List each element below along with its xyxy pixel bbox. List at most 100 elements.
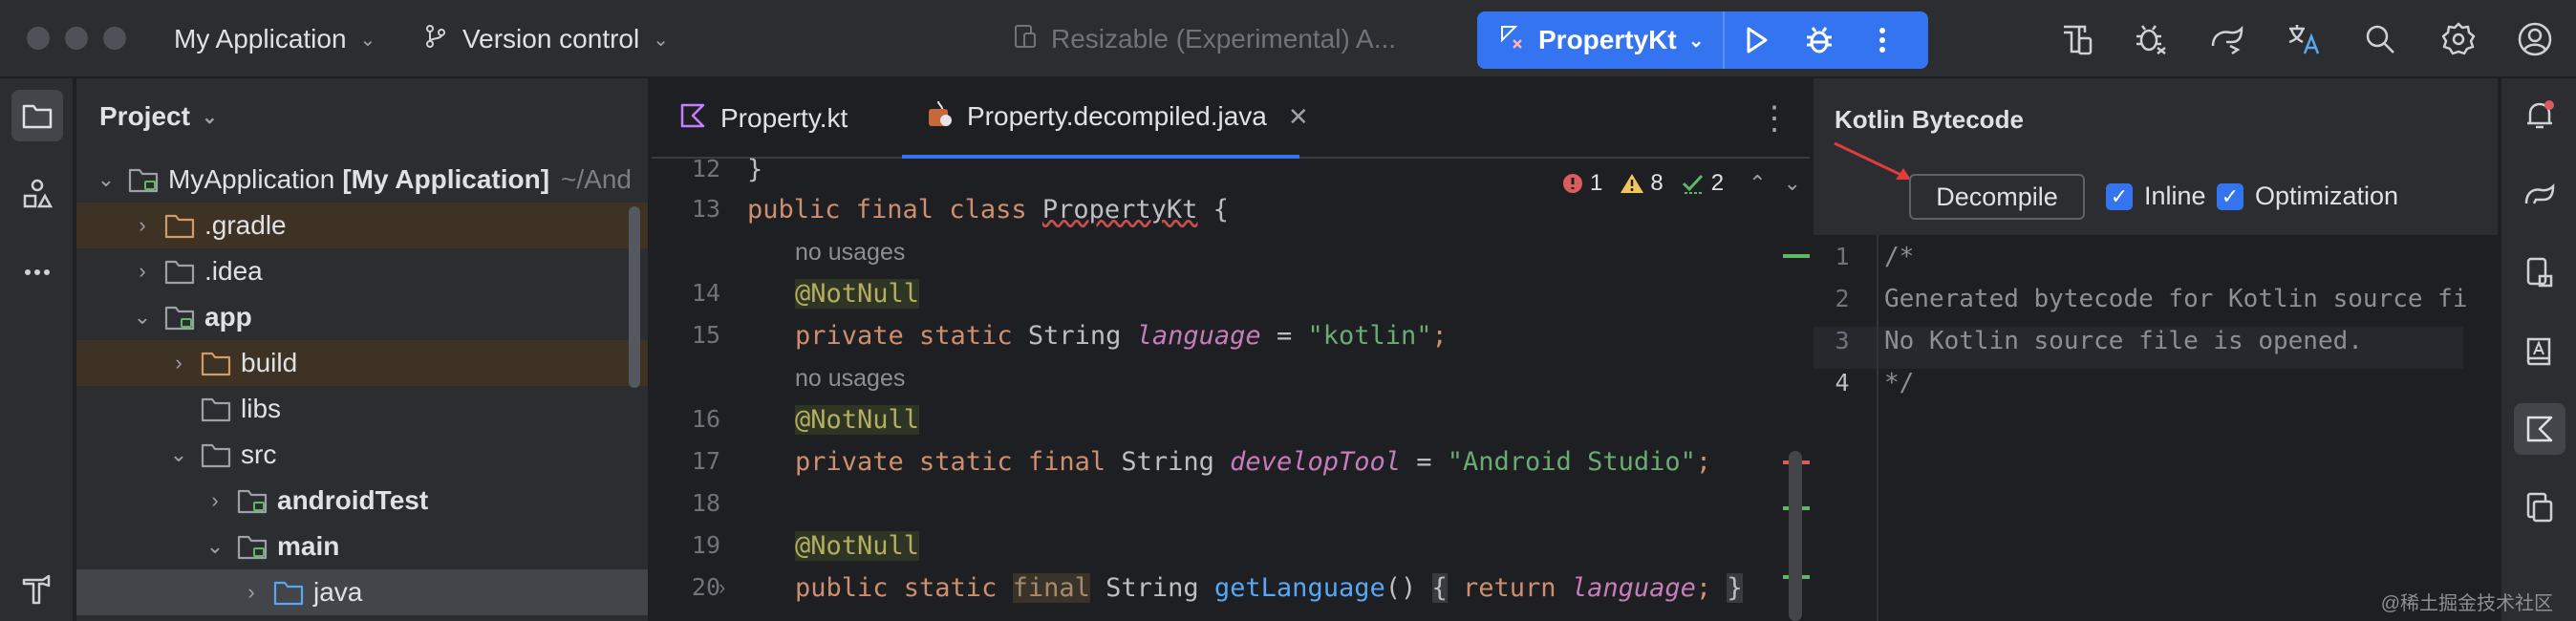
device-manager-tool-button[interactable] <box>2514 246 2565 298</box>
tab-property-decompiled-java[interactable]: Property.decompiled.java ✕ <box>902 78 1309 159</box>
code-line-13[interactable]: public final class PropertyKt { <box>747 195 1229 225</box>
code-line-17[interactable]: private static final String developTool … <box>795 447 1711 477</box>
project-selector[interactable]: My Application ⌄ <box>174 0 376 78</box>
window-minimize-button[interactable] <box>65 27 88 50</box>
search-icon[interactable] <box>2360 19 2400 59</box>
chevron-right-icon[interactable]: › <box>166 351 191 375</box>
chevron-right-icon[interactable]: › <box>203 488 227 513</box>
more-actions-button[interactable] <box>1851 11 1914 69</box>
code-line-20[interactable]: public static final String getLanguage()… <box>795 573 1743 603</box>
chevron-down-icon: ⌄ <box>653 29 669 51</box>
tree-item-label: androidTest <box>277 485 429 515</box>
device-manager-icon[interactable] <box>2056 19 2096 59</box>
chevron-down-icon[interactable]: ⌄ <box>130 305 155 330</box>
gradle-sync-icon[interactable] <box>2207 19 2247 59</box>
play-icon <box>1747 27 1768 54</box>
translate-icon[interactable] <box>2284 19 2324 59</box>
branch-icon <box>422 23 449 56</box>
right-tool-strip <box>2500 78 2576 621</box>
tree-item[interactable]: › androidTest <box>76 478 648 524</box>
clipboard-icon <box>2526 492 2553 523</box>
kotlin-bytecode-tool-button[interactable] <box>2514 403 2565 455</box>
project-view-selector[interactable]: Project ⌄ <box>99 101 218 132</box>
chevron-right-icon[interactable]: › <box>130 213 155 238</box>
assistant-tool-button[interactable] <box>2514 325 2565 376</box>
build-tool-button[interactable] <box>11 564 63 615</box>
tree-item[interactable]: ⌄ app <box>76 294 648 340</box>
module-folder-icon <box>164 306 195 331</box>
project-tool-button[interactable] <box>11 90 63 141</box>
line-number: 12 <box>691 155 720 182</box>
window-close-button[interactable] <box>27 27 50 50</box>
tree-item[interactable]: ⌄ main <box>76 524 648 569</box>
usages-hint[interactable]: no usages <box>795 239 905 267</box>
chevron-up-icon[interactable]: ⌃ <box>1749 171 1766 196</box>
code-line-12[interactable]: } <box>747 155 762 184</box>
code-line-16[interactable]: @NotNull <box>795 405 920 435</box>
tree-item[interactable]: › .gradle <box>76 203 648 248</box>
chevron-down-icon[interactable]: ⌄ <box>166 442 191 467</box>
chevron-down-icon[interactable]: ⌄ <box>203 534 227 559</box>
project-panel-title: Project <box>99 101 190 131</box>
tree-item[interactable]: ⌄ src <box>76 432 648 478</box>
debug-button[interactable] <box>1788 11 1851 69</box>
usages-hint[interactable]: no usages <box>795 365 905 393</box>
tree-item[interactable]: libs <box>76 386 648 432</box>
watermark: @稀土掘金技术社区 <box>2380 593 2553 614</box>
more-tools-button[interactable] <box>11 246 63 298</box>
chevron-down-icon[interactable]: ⌄ <box>1784 171 1801 196</box>
account-icon[interactable] <box>2515 19 2555 59</box>
tree-item-label: libs <box>241 394 282 423</box>
line-number: 17 <box>691 447 720 475</box>
close-icon[interactable]: ✕ <box>1288 102 1309 132</box>
run-configuration-selector[interactable]: PropertyKt ⌄ <box>1477 11 1726 69</box>
change-marker[interactable] <box>1783 254 1810 258</box>
project-scrollbar[interactable] <box>629 206 640 388</box>
tree-item[interactable]: › .idea <box>76 248 648 294</box>
device-label: Resizable (Experimental) A... <box>1051 24 1397 54</box>
tree-item[interactable]: › build <box>76 340 648 386</box>
checkmark-icon: ✓ <box>2217 182 2243 210</box>
tree-item-label: src <box>241 439 277 469</box>
clipboard-tool-button[interactable] <box>2514 482 2565 533</box>
window-zoom-button[interactable] <box>103 27 126 50</box>
vcs-selector[interactable]: Version control ⌄ <box>422 0 669 78</box>
check-icon <box>1682 174 1703 194</box>
module-folder-icon <box>237 489 268 514</box>
chevron-down-icon: ⌄ <box>359 29 376 51</box>
more-vertical-icon[interactable]: ⋮ <box>1758 99 1791 138</box>
device-selector[interactable]: Resizable (Experimental) A... <box>1013 0 1396 78</box>
bytecode-line-number: 2 <box>1835 285 1850 312</box>
inline-checkbox[interactable]: ✓ Inline <box>2106 182 2206 211</box>
optimization-checkbox[interactable]: ✓ Optimization <box>2217 182 2398 211</box>
code-line-15[interactable]: private static String language = "kotlin… <box>795 321 1448 351</box>
chevron-right-icon[interactable]: › <box>130 259 155 284</box>
bytecode-viewer[interactable]: 1 2 3 4 /* Generated bytecode for Kotlin… <box>1814 235 2500 621</box>
folder-icon <box>164 214 195 239</box>
tree-item-label: build <box>241 348 298 377</box>
line-number: 13 <box>691 195 720 223</box>
editor-scrollbar[interactable] <box>1789 451 1802 621</box>
line-number: 16 <box>691 405 720 433</box>
line-number: 19 <box>691 531 720 559</box>
tab-property-kt[interactable]: Property.kt <box>655 78 870 159</box>
bug-report-icon[interactable] <box>2131 19 2171 59</box>
gradle-tool-button[interactable] <box>2514 168 2565 220</box>
inspection-widget[interactable]: 1 8 2 ⌃ ⌄ <box>1561 170 1801 197</box>
tree-item[interactable]: › java <box>76 569 648 615</box>
chevron-down-icon[interactable]: ⌄ <box>94 167 118 192</box>
settings-icon[interactable] <box>2438 19 2479 59</box>
decompile-button[interactable]: Decompile <box>1909 174 2085 220</box>
line-number-gutter: 12 13 14 15 16 17 18 19 20 › <box>652 155 728 621</box>
resource-manager-button[interactable] <box>11 168 63 220</box>
run-button[interactable] <box>1725 11 1788 69</box>
tree-item-label: .idea <box>204 256 263 286</box>
code-line-14[interactable]: @NotNull <box>795 279 920 309</box>
chevron-right-icon[interactable]: › <box>239 580 264 605</box>
tree-item-label: MyApplication <box>168 164 335 194</box>
fold-icon[interactable]: › <box>719 575 725 600</box>
tree-item[interactable]: ⌄ MyApplication [My Application] ~/And <box>76 157 648 203</box>
code-line-19[interactable]: @NotNull <box>795 531 920 561</box>
line-number: 20 <box>691 573 720 601</box>
notifications-button[interactable] <box>2514 90 2565 141</box>
